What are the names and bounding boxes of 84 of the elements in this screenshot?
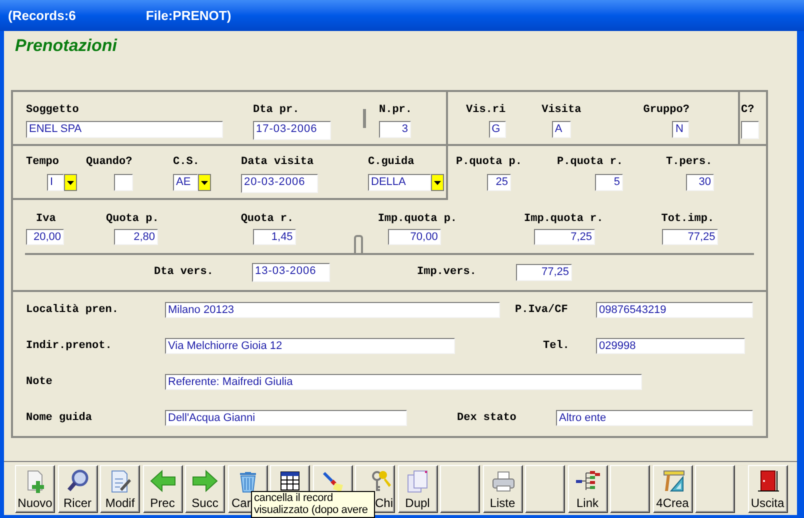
toolbar-button[interactable]: Dupl xyxy=(398,465,438,513)
text-field[interactable]: G xyxy=(488,121,506,138)
text-field[interactable]: 3 xyxy=(379,121,411,138)
field-label: T.pers. xyxy=(666,156,714,169)
tree-diagram-icon xyxy=(574,469,602,493)
caret-icon xyxy=(67,180,74,184)
field-label: Note xyxy=(26,376,54,388)
field-label: Vis.ri xyxy=(466,104,506,117)
field-label: Quando? xyxy=(86,156,133,169)
toolbar-button[interactable]: Succ xyxy=(185,465,225,513)
field-label: C? xyxy=(741,104,756,117)
record-count: (Records:6 xyxy=(8,6,76,25)
field-label: P.quota r. xyxy=(557,156,624,169)
field-label: P.quota p. xyxy=(456,156,522,169)
field-label: P.Iva/CF xyxy=(515,304,569,316)
field-label: Imp.quota p. xyxy=(378,213,458,226)
text-field[interactable]: Dell'Acqua Gianni xyxy=(165,410,407,426)
text-field[interactable]: 2,80 xyxy=(114,229,158,245)
text-field[interactable]: Via Melchiorre Gioia 12 xyxy=(165,338,455,354)
field-label: Dta vers. xyxy=(154,266,213,279)
text-field[interactable]: 20-03-2006 xyxy=(241,174,318,193)
toolbar-button[interactable]: 4Crea xyxy=(652,465,692,513)
text-field[interactable]: N xyxy=(672,121,690,138)
toolbar-button[interactable] xyxy=(695,465,735,513)
text-field[interactable]: ENEL SPA xyxy=(26,121,223,138)
text-field[interactable]: 70,00 xyxy=(388,229,441,245)
text-field[interactable]: 7,25 xyxy=(534,229,596,245)
field-label: Soggetto xyxy=(26,104,80,117)
text-field[interactable]: 1,45 xyxy=(252,229,296,245)
field-label: Tel. xyxy=(543,340,570,352)
right-arrow-icon xyxy=(191,469,219,493)
field-label: Iva xyxy=(36,213,57,226)
toolbar-button[interactable]: Uscita xyxy=(748,465,788,513)
text-field[interactable] xyxy=(114,174,133,191)
text-field[interactable]: 77,25 xyxy=(516,264,572,281)
field-label: Imp.quota r. xyxy=(524,213,604,226)
text-field[interactable]: Milano 20123 xyxy=(165,302,500,318)
text-field[interactable]: 09876543219 xyxy=(596,302,753,318)
form-title: Prenotazioni xyxy=(15,36,118,55)
field-label: Nome guida xyxy=(26,412,94,424)
text-field[interactable]: Altro ente xyxy=(556,410,753,426)
field-label: Località pren. xyxy=(26,304,120,316)
field-label: Visita xyxy=(542,104,582,117)
toolbar-button[interactable]: Liste xyxy=(482,465,522,513)
caret-icon xyxy=(201,180,208,184)
toolbar-button[interactable]: Link xyxy=(568,465,608,513)
field-label: Quota r. xyxy=(240,213,295,226)
text-field[interactable]: 029998 xyxy=(596,338,745,354)
text-field[interactable]: 25 xyxy=(487,174,511,191)
tooltip: cancella il record visualizzato (dopo avere xyxy=(251,491,375,518)
text-field[interactable]: 5 xyxy=(595,174,624,191)
text-field[interactable]: A xyxy=(552,121,571,138)
file-name: File:PRENOT) xyxy=(146,6,232,25)
toolbar-button[interactable] xyxy=(610,465,650,513)
left-arrow-icon xyxy=(148,469,176,493)
field-label: Data visita xyxy=(241,156,315,169)
field-label: Dta pr. xyxy=(253,104,300,117)
text-field[interactable]: 13-03-2006 xyxy=(252,263,330,282)
toolbar-button[interactable]: Ricer xyxy=(58,465,98,513)
toolbar-button[interactable] xyxy=(440,465,480,513)
caret-icon xyxy=(434,180,441,184)
field-label: C.S. xyxy=(173,156,200,169)
text-field[interactable]: Referente: Maifredi Giulia xyxy=(165,374,642,390)
toolbar-button[interactable] xyxy=(525,465,565,513)
field-label: C.guida xyxy=(368,156,416,169)
field-label: Indir.prenot. xyxy=(26,340,113,352)
text-field[interactable] xyxy=(741,121,759,139)
text-field[interactable]: 20,00 xyxy=(26,229,64,245)
field-label: Tot.imp. xyxy=(661,213,716,226)
field-label: Imp.vers. xyxy=(417,266,476,279)
field-label: Dex stato xyxy=(457,412,518,424)
field-label: Gruppo? xyxy=(643,104,690,117)
toolbar-button[interactable]: Modif xyxy=(100,465,140,513)
dropdown-button[interactable] xyxy=(64,174,77,191)
text-field[interactable]: 30 xyxy=(686,174,714,191)
text-field[interactable]: 77,25 xyxy=(662,229,718,245)
toolbar-button[interactable]: Nuovo xyxy=(15,465,55,513)
field-label: N.pr. xyxy=(379,104,412,117)
toolbar-button[interactable]: Prec xyxy=(142,465,182,513)
dropdown-button[interactable] xyxy=(198,174,211,191)
text-field[interactable]: 17-03-2006 xyxy=(253,121,331,140)
field-label: Tempo xyxy=(26,156,60,169)
dropdown-button[interactable] xyxy=(431,174,444,191)
field-label: Quota p. xyxy=(106,213,159,226)
